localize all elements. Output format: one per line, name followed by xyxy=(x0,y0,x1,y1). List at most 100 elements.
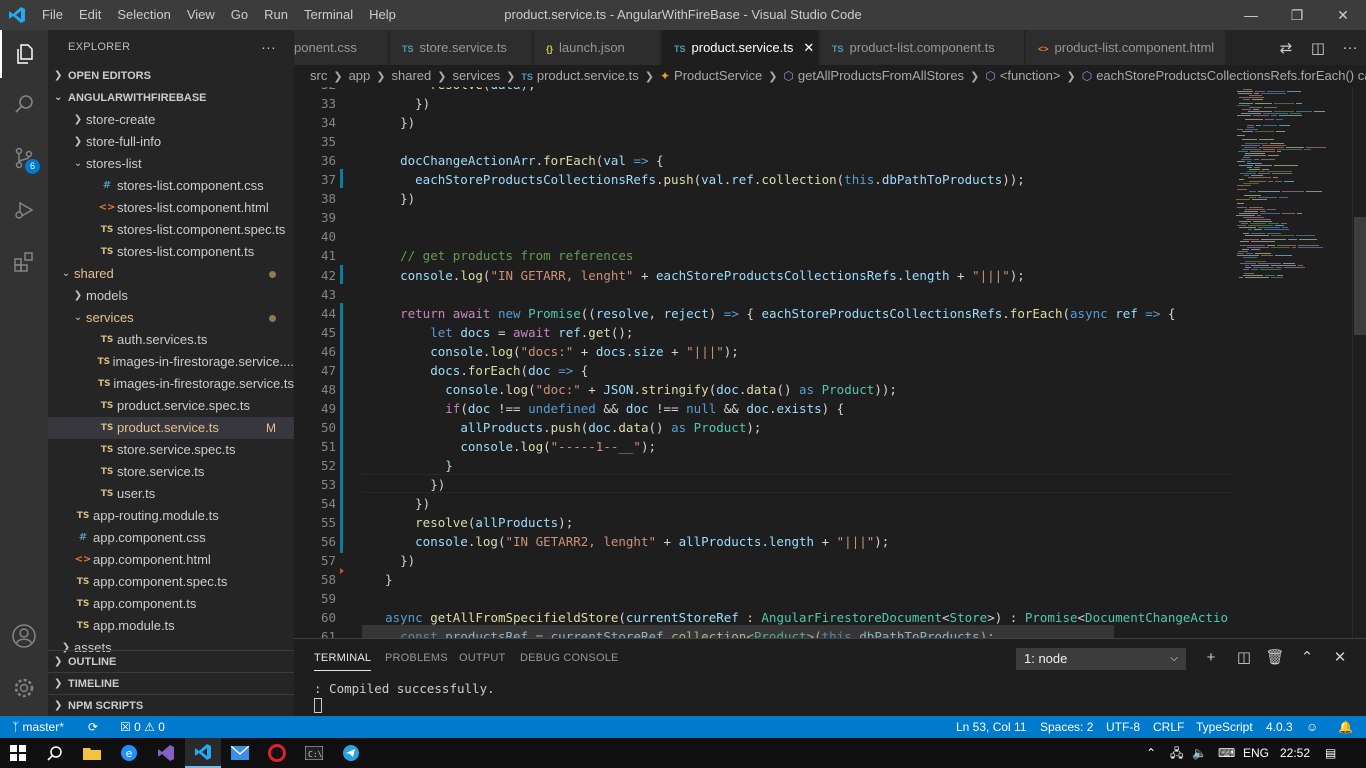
account-icon[interactable] xyxy=(0,612,48,660)
explorer-icon[interactable] xyxy=(0,30,48,78)
menu-help[interactable]: Help xyxy=(361,0,404,30)
tree-item[interactable]: <> stores-list.component.html xyxy=(48,197,294,219)
file-explorer-icon[interactable] xyxy=(74,738,110,768)
tree-item[interactable]: TS app.module.ts xyxy=(48,615,294,637)
editor-tab[interactable]: ponent.css xyxy=(294,30,389,65)
close-window-icon[interactable]: ✕ xyxy=(1320,0,1366,30)
code-editor[interactable]: 32 resolve(data);33 })34 })3536 docChang… xyxy=(294,87,1232,638)
sync-icon[interactable]: ⟳ xyxy=(88,716,98,738)
taskbar-search-icon[interactable] xyxy=(37,738,73,768)
editor-tab[interactable]: {} launch.json xyxy=(534,30,661,65)
menu-view[interactable]: View xyxy=(179,0,223,30)
git-branch[interactable]: ᛉ master* xyxy=(12,716,64,738)
tab-terminal[interactable]: TERMINAL xyxy=(314,639,372,671)
close-panel-icon[interactable]: ✕ xyxy=(1329,647,1351,669)
menu-go[interactable]: Go xyxy=(223,0,256,30)
volume-icon[interactable]: 🔈 xyxy=(1192,738,1207,768)
tree-item[interactable]: ❯ models xyxy=(48,285,294,307)
restore-icon[interactable]: ❐ xyxy=(1274,0,1320,30)
feedback-icon[interactable]: ☺ xyxy=(1306,716,1318,738)
tree-item[interactable]: ⌄ services xyxy=(48,307,294,329)
outline-section[interactable]: ❯ OUTLINE xyxy=(48,650,294,673)
tree-item[interactable]: TS user.ts xyxy=(48,483,294,505)
menu-file[interactable]: File xyxy=(34,0,71,30)
editor-tab[interactable]: TS product.service.ts ✕ xyxy=(662,30,819,65)
minimap[interactable] xyxy=(1232,87,1352,638)
mail-icon[interactable] xyxy=(222,738,258,768)
menu-selection[interactable]: Selection xyxy=(109,0,178,30)
breadcrumb-item[interactable]: getAllProductsFromAllStores xyxy=(798,68,964,83)
tree-item[interactable]: TS store.service.spec.ts xyxy=(48,439,294,461)
more-actions-icon[interactable]: ··· xyxy=(261,30,276,65)
new-terminal-icon[interactable]: + xyxy=(1200,647,1222,669)
opera-icon[interactable] xyxy=(259,738,295,768)
visual-studio-icon[interactable] xyxy=(148,738,184,768)
open-editors-section[interactable]: ❯ OPEN EDITORS xyxy=(48,65,294,87)
menu-terminal[interactable]: Terminal xyxy=(296,0,361,30)
run-debug-icon[interactable] xyxy=(0,186,48,234)
breadcrumb-item[interactable]: shared xyxy=(391,68,431,83)
source-control-icon[interactable]: 6 xyxy=(0,134,48,182)
tree-item[interactable]: TS images-in-firestorage.service.ts xyxy=(48,373,294,395)
vscode-taskbar-icon[interactable] xyxy=(185,738,221,768)
extensions-icon[interactable] xyxy=(0,238,48,286)
terminal-select[interactable]: 1: node ⌵ xyxy=(1016,648,1186,670)
tree-item[interactable]: ❯ store-create xyxy=(48,109,294,131)
breadcrumb-item[interactable]: product.service.ts xyxy=(537,68,639,83)
windows-start-icon[interactable] xyxy=(0,738,36,768)
tree-item[interactable]: # stores-list.component.css xyxy=(48,175,294,197)
line-ending[interactable]: CRLF xyxy=(1153,716,1184,738)
breadcrumb-item[interactable]: services xyxy=(452,68,500,83)
tree-item[interactable]: # app.component.css xyxy=(48,527,294,549)
breadcrumb-item[interactable]: ProductService xyxy=(674,68,762,83)
tree-item[interactable]: TS auth.services.ts xyxy=(48,329,294,351)
project-section[interactable]: ⌄ ANGULARWITHFIREBASE xyxy=(48,87,294,109)
scrollbar-thumb[interactable] xyxy=(1354,217,1366,335)
tree-item[interactable]: TS stores-list.component.ts xyxy=(48,241,294,263)
tree-item[interactable]: TS app-routing.module.ts xyxy=(48,505,294,527)
editor-tab[interactable]: TS product-list.component.ts xyxy=(820,30,1025,65)
tree-item[interactable]: ⌄ stores-list xyxy=(48,153,294,175)
menu-run[interactable]: Run xyxy=(256,0,296,30)
more-actions-icon[interactable]: ··· xyxy=(1334,39,1366,56)
breadcrumb-item[interactable]: app xyxy=(349,68,371,83)
tree-item[interactable]: TS images-in-firestorage.service.... xyxy=(48,351,294,373)
search-icon[interactable] xyxy=(0,80,48,128)
problems-indicator[interactable]: ☒ 0 ⚠ 0 xyxy=(120,716,165,738)
breadcrumb-item[interactable]: src xyxy=(310,68,327,83)
ts-version[interactable]: 4.0.3 xyxy=(1266,716,1293,738)
tree-item[interactable]: TS app.component.spec.ts xyxy=(48,571,294,593)
notifications-bell-icon[interactable]: 🔔 xyxy=(1338,716,1353,738)
tree-item[interactable]: <> app.component.html xyxy=(48,549,294,571)
breadcrumb-item[interactable]: <function> xyxy=(1000,68,1061,83)
maximize-panel-icon[interactable]: ⌃ xyxy=(1296,647,1318,669)
menu-edit[interactable]: Edit xyxy=(71,0,109,30)
tree-item[interactable]: TS stores-list.component.spec.ts xyxy=(48,219,294,241)
language-indicator[interactable]: ENG xyxy=(1243,738,1269,768)
network-icon[interactable]: 🖧 xyxy=(1170,738,1183,768)
compare-changes-icon[interactable]: ⇄ xyxy=(1270,39,1302,57)
tree-item[interactable]: ❯ store-full-info xyxy=(48,131,294,153)
tree-item[interactable]: TS product.service.ts M xyxy=(48,417,294,439)
edge-browser-icon[interactable]: e xyxy=(111,738,147,768)
encoding[interactable]: UTF-8 xyxy=(1106,716,1140,738)
tab-problems[interactable]: PROBLEMS xyxy=(385,639,448,675)
close-tab-icon[interactable]: ✕ xyxy=(803,40,814,55)
terminal-app-icon[interactable]: C:\ xyxy=(296,738,332,768)
telegram-icon[interactable] xyxy=(333,738,369,768)
tree-item[interactable]: TS app.component.ts xyxy=(48,593,294,615)
tree-item[interactable]: TS product.service.spec.ts xyxy=(48,395,294,417)
horizontal-scrollbar[interactable] xyxy=(362,625,1114,638)
tab-output[interactable]: OUTPUT xyxy=(459,639,505,675)
split-terminal-icon[interactable]: ◫ xyxy=(1233,647,1255,669)
trash-icon[interactable]: 🗑 xyxy=(1264,647,1286,669)
timeline-section[interactable]: ❯ TIMELINE xyxy=(48,672,294,695)
ime-icon[interactable]: ⌨ xyxy=(1218,738,1235,768)
clock[interactable]: 22:52 xyxy=(1280,738,1310,768)
split-editor-icon[interactable]: ◫ xyxy=(1302,39,1334,57)
indentation[interactable]: Spaces: 2 xyxy=(1040,716,1093,738)
cursor-position[interactable]: Ln 53, Col 11 xyxy=(956,716,1027,738)
tree-item[interactable]: ⌄ shared xyxy=(48,263,294,285)
minimize-icon[interactable]: — xyxy=(1228,0,1274,30)
tab-debug-console[interactable]: DEBUG CONSOLE xyxy=(520,639,619,675)
